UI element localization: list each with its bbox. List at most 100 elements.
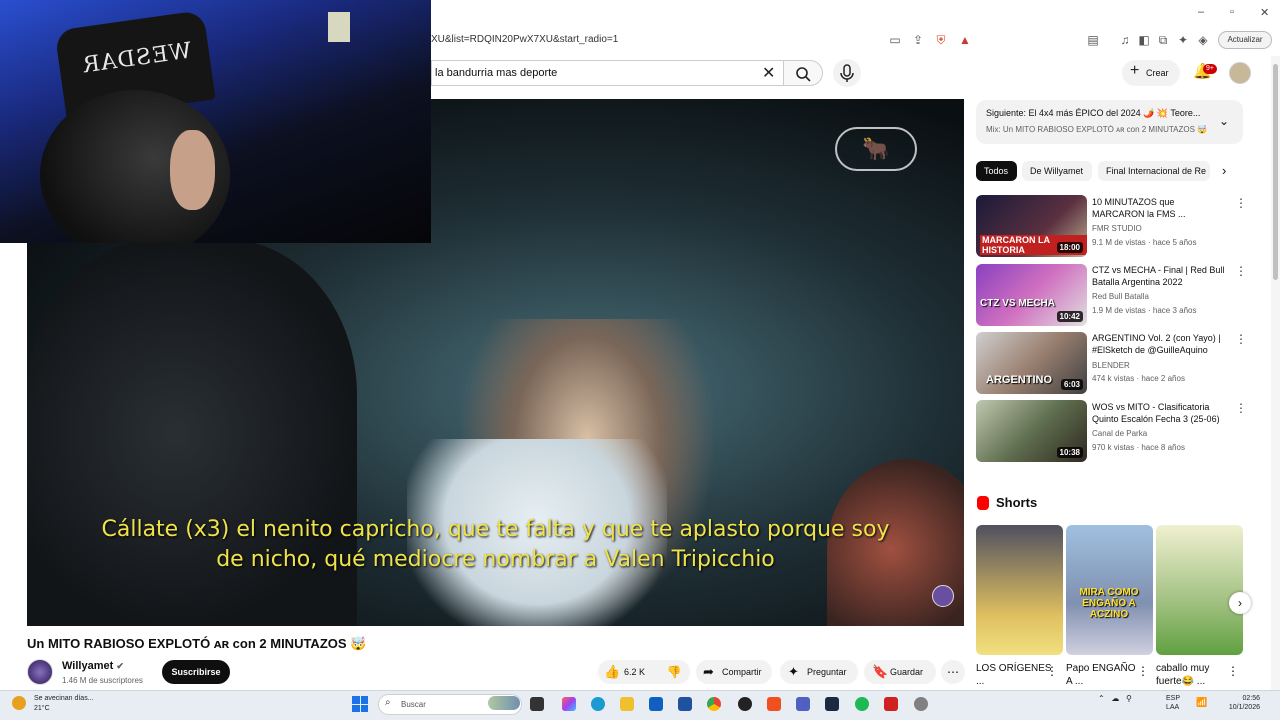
channel-avatar[interactable]: [27, 659, 53, 685]
recommendation-title[interactable]: ARGENTINO Vol. 2 (con Yayo) | #ElSketch …: [1092, 332, 1227, 356]
recommendation-thumbnail[interactable]: CTZ VS MECHA 10:42: [976, 264, 1087, 326]
video-duration: 18:00: [1056, 242, 1083, 253]
weather-widget[interactable]: Se avecinan días... 21°C: [34, 694, 94, 714]
microphone-icon: [840, 64, 854, 82]
sidebar-icon[interactable]: ◧: [1137, 33, 1151, 47]
subscribe-button[interactable]: Suscribirse: [162, 660, 230, 684]
thumbs-down-icon: 👎: [666, 665, 682, 679]
search-button[interactable]: [783, 60, 823, 86]
recommendation-title[interactable]: WOS vs MITO - Clasificatoria Quinto Esca…: [1092, 401, 1227, 425]
reader-mode-icon[interactable]: ▤: [1086, 33, 1100, 47]
voice-search-button[interactable]: [833, 59, 861, 87]
maximize-icon[interactable]: ▫: [1230, 6, 1234, 18]
chevron-right-icon[interactable]: ›: [1222, 163, 1226, 178]
recommendation-title[interactable]: 10 MINUTAZOS que MARCARON la FMS ...: [1092, 196, 1227, 220]
file-explorer-icon[interactable]: [620, 697, 634, 711]
chevron-down-icon[interactable]: ⌄: [1219, 114, 1229, 128]
weather-temperature: 21°C: [34, 705, 50, 712]
edge-icon[interactable]: [591, 697, 605, 711]
recommendation-channel[interactable]: BLENDER: [1092, 361, 1130, 370]
weather-icon[interactable]: [12, 696, 26, 710]
short-title[interactable]: caballo muy fuerte😂 ...: [1156, 662, 1232, 688]
clear-search-icon[interactable]: ✕: [762, 63, 775, 83]
wifi-icon[interactable]: 📶: [1196, 697, 1207, 708]
brave-rewards-icon[interactable]: ▲: [958, 33, 972, 47]
thumbnail-caption: ARGENTINO: [986, 374, 1052, 386]
like-count: 6.2 K: [624, 667, 646, 677]
windows-start-icon[interactable]: [352, 696, 368, 712]
account-avatar[interactable]: [1229, 62, 1251, 84]
shorts-icon: [977, 496, 989, 510]
video-title: Un MITO RABIOSO EXPLOTÓ ᴀʀ con 2 MINUTAZ…: [27, 636, 367, 651]
kebab-menu-icon[interactable]: ⋮: [1137, 664, 1149, 678]
share-label: Compartir: [722, 667, 762, 677]
kebab-menu-icon[interactable]: ⋮: [1046, 664, 1058, 678]
up-next-title: Siguiente: El 4x4 más ÉPICO del 2024 🌶️ …: [986, 108, 1201, 118]
brave-shield-icon[interactable]: ⛨: [934, 33, 948, 48]
minimize-icon[interactable]: –: [1198, 6, 1204, 18]
short-thumbnail[interactable]: MIRA COMO ENGAÑO A ACZINO: [1066, 525, 1153, 655]
wallet-icon[interactable]: ◈: [1196, 33, 1210, 47]
leo-icon[interactable]: ✦: [1176, 33, 1190, 47]
share-icon[interactable]: ⇪: [911, 33, 925, 47]
recommendation-thumbnail[interactable]: ARGENTINO 6:03: [976, 332, 1087, 394]
chip-all[interactable]: Todos: [976, 161, 1017, 181]
outlook-icon[interactable]: [649, 697, 663, 711]
short-title[interactable]: LOS ORÍGENES ...: [976, 662, 1052, 688]
kebab-menu-icon[interactable]: ⋮: [1235, 196, 1247, 210]
taskbar-clock[interactable]: 02:56 10/1/2026: [1222, 694, 1260, 712]
plus-icon: +: [1130, 62, 1140, 79]
recommendation-channel[interactable]: Red Bull Batalla: [1092, 292, 1149, 301]
channel-name[interactable]: Willyamet ✔: [62, 660, 124, 672]
scrollbar-thumb[interactable]: [1273, 64, 1278, 280]
teams-icon[interactable]: [796, 697, 810, 711]
short-title[interactable]: Papo ENGAÑO A ...: [1066, 662, 1142, 688]
recommendation-channel[interactable]: Canal de Parka: [1092, 429, 1147, 438]
steam-icon[interactable]: [825, 697, 839, 711]
video-subtitle: Cállate (x3) el nenito capricho, que te …: [47, 515, 944, 575]
dislike-button[interactable]: 👎: [658, 660, 690, 684]
obs-icon[interactable]: [738, 697, 752, 711]
settings-gear-icon[interactable]: [914, 697, 928, 711]
short-thumbnail[interactable]: [976, 525, 1063, 655]
up-next-panel[interactable]: [976, 100, 1243, 144]
shorts-heading: Shorts: [996, 495, 1038, 510]
update-button[interactable]: Actualizar: [1218, 31, 1272, 49]
address-bar[interactable]: XU&list=RDQIN20PwX7XU&start_radio=1: [431, 30, 1071, 50]
media-icon[interactable]: ♫: [1118, 33, 1132, 47]
recommendation-thumbnail[interactable]: 10:38: [976, 400, 1087, 462]
kebab-menu-icon[interactable]: ⋮: [1235, 332, 1247, 346]
save-label: Guardar: [890, 667, 924, 677]
chip-from-channel[interactable]: De Willyamet: [1022, 161, 1092, 181]
recommendation-channel[interactable]: FMR STUDIO: [1092, 224, 1142, 233]
kebab-menu-icon[interactable]: ⋮: [1235, 401, 1247, 415]
kebab-menu-icon[interactable]: ⋮: [1235, 264, 1247, 278]
short-thumbnail[interactable]: [1156, 525, 1243, 655]
system-tray[interactable]: ⌃ ☁ ⚲: [1098, 694, 1132, 703]
chip-final-internacional[interactable]: Final Internacional de Re: [1098, 161, 1210, 181]
search-highlight-icon[interactable]: [488, 696, 520, 710]
more-actions-button[interactable]: ⋯: [941, 660, 965, 684]
store-icon[interactable]: [678, 697, 692, 711]
chrome-icon[interactable]: [707, 697, 721, 711]
flash-app-icon[interactable]: [884, 697, 898, 711]
extensions-icon[interactable]: ⧉: [1156, 33, 1170, 48]
kebab-menu-icon[interactable]: ⋮: [1227, 664, 1239, 678]
task-view-icon[interactable]: [530, 697, 544, 711]
chevron-right-icon[interactable]: ›: [1229, 592, 1251, 614]
short-caption: MIRA COMO ENGAÑO A ACZINO: [1079, 587, 1139, 620]
spotify-icon[interactable]: [855, 697, 869, 711]
search-input[interactable]: la bandurria mas deporte: [431, 60, 783, 86]
language-code: ESP: [1166, 695, 1181, 702]
clock-time: 02:56: [1242, 695, 1260, 702]
channel-watermark-icon[interactable]: [932, 585, 954, 607]
language-indicator[interactable]: ESP LAA: [1166, 694, 1180, 712]
recommendation-title[interactable]: CTZ vs MECHA - Final | Red Bull Batalla …: [1092, 264, 1227, 288]
subscriber-count: 1.46 M de suscriptores: [62, 676, 143, 685]
copilot-icon[interactable]: [562, 697, 576, 711]
brave-icon[interactable]: [767, 697, 781, 711]
close-window-icon[interactable]: ✕: [1260, 6, 1269, 19]
recommendation-thumbnail[interactable]: MARCARON LA HISTORIA 18:00: [976, 195, 1087, 257]
ask-label: Preguntar: [807, 667, 847, 677]
screen-cast-icon[interactable]: ▭: [888, 33, 902, 47]
